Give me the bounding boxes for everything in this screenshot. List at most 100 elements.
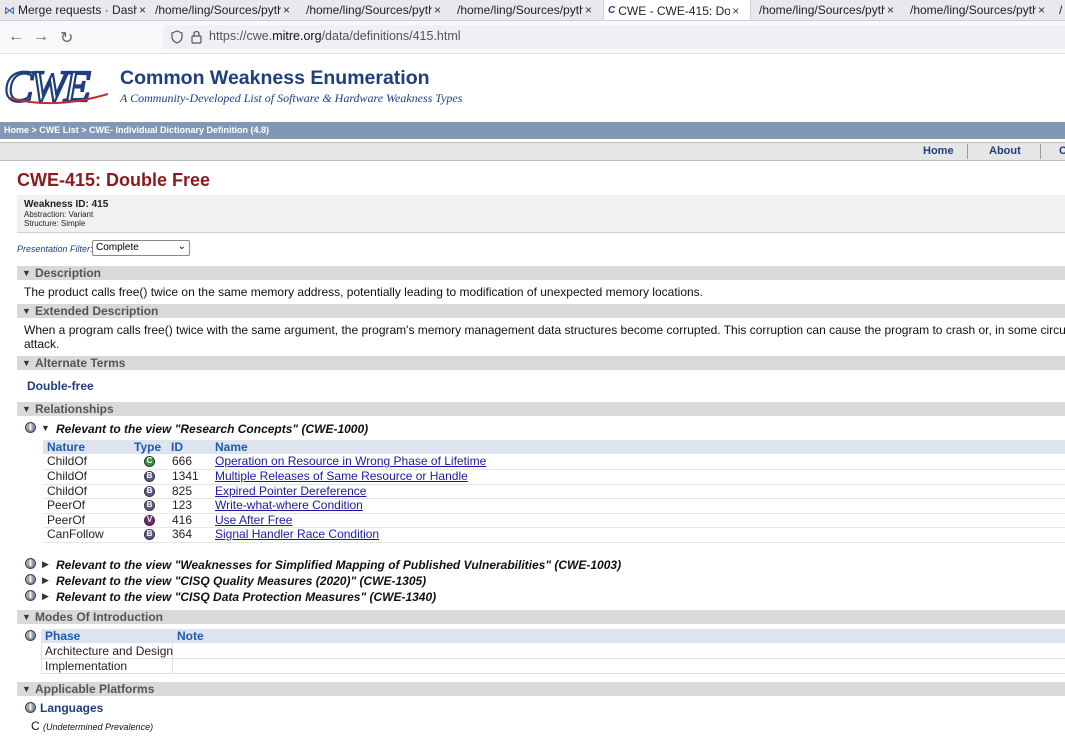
forward-arrow-icon[interactable]: → [33, 28, 49, 46]
collapse-triangle-icon[interactable]: ▼ [22, 268, 31, 278]
reload-icon[interactable]: ↻ [60, 28, 73, 48]
info-icon[interactable] [25, 574, 36, 585]
section-heading: Description [35, 266, 102, 280]
tab-sources-5[interactable]: /home/ling/Sources/pytho × [910, 0, 1050, 20]
collapse-triangle-icon[interactable]: ▼ [41, 423, 50, 433]
col-id: ID [171, 440, 183, 454]
section-modes-of-introduction[interactable]: ▼ Modes Of Introduction [17, 610, 1065, 624]
url-prefix: https://cwe. [209, 29, 273, 43]
tab-sources-3[interactable]: /home/ling/Sources/pytho × [457, 0, 597, 20]
weakness-id: Weakness ID: 415 [24, 199, 109, 210]
menu-divider [1040, 144, 1041, 159]
section-applicable-platforms[interactable]: ▼ Applicable Platforms [17, 682, 1065, 696]
extended-text-line2: attack. [24, 337, 60, 351]
collapse-triangle-icon[interactable]: ▼ [22, 358, 31, 368]
close-icon[interactable]: × [732, 4, 739, 18]
info-icon[interactable] [25, 630, 36, 641]
phase-cell: Implementation [45, 659, 128, 673]
site-title: Common Weakness Enumeration [120, 67, 430, 89]
category-type-icon [144, 456, 155, 467]
section-description[interactable]: ▼ Description [17, 266, 1065, 280]
section-extended-description[interactable]: ▼ Extended Description [17, 304, 1065, 318]
breadcrumb-text[interactable]: Home > CWE List > CWE- Individual Dictio… [4, 125, 269, 135]
view-cisq-data-protection[interactable]: Relevant to the view "CISQ Data Protecti… [56, 590, 436, 604]
page-title: CWE-415: Double Free [17, 170, 211, 190]
cwe-logo[interactable]: CWE [4, 64, 116, 108]
close-icon[interactable]: × [283, 3, 290, 17]
weakness-summary: Weakness ID: 415 Abstraction: Variant St… [17, 195, 1065, 233]
language-c: C (Undetermined Prevalence) [31, 719, 153, 733]
base-type-icon [144, 471, 155, 482]
section-heading: Relationships [35, 402, 114, 416]
menu-overflow[interactable]: C [1059, 145, 1065, 157]
base-type-icon [144, 486, 155, 497]
language-name: C [31, 719, 40, 733]
presentation-filter-select[interactable]: Complete ⌄ [92, 240, 190, 256]
collapse-triangle-icon[interactable]: ▼ [22, 404, 31, 414]
view-research-concepts[interactable]: Relevant to the view "Research Concepts"… [56, 422, 368, 436]
col-nature: Nature [47, 440, 86, 454]
gitlab-icon: ⋈ [4, 4, 15, 17]
alternate-term: Double-free [27, 379, 94, 393]
tab-overflow[interactable]: / [1059, 0, 1065, 20]
info-icon[interactable] [25, 702, 36, 713]
url-bar[interactable]: https://cwe.mitre.org/data/definitions/4… [163, 25, 1065, 49]
tab-sources-2[interactable]: /home/ling/Sources/pytho × [306, 0, 446, 20]
row-nature: CanFollow [47, 527, 104, 541]
section-relationships[interactable]: ▼ Relationships [17, 402, 1065, 416]
tab-sources-4[interactable]: /home/ling/Sources/pytho × [759, 0, 899, 20]
row-name-link[interactable]: Write-what-where Condition [215, 498, 363, 512]
row-name-link[interactable]: Expired Pointer Dereference [215, 484, 366, 498]
row-name-link[interactable]: Operation on Resource in Wrong Phase of … [215, 454, 486, 468]
menu-about[interactable]: About [989, 145, 1021, 157]
browser-tab-bar: ⋈ Merge requests · Dashb × /home/ling/So… [0, 0, 1065, 21]
tab-merge-requests[interactable]: ⋈ Merge requests · Dashb × [4, 0, 146, 20]
tab-title: CWE - CWE-415: Doub [618, 3, 731, 18]
row-nature: ChildOf [47, 484, 88, 498]
tab-sources-1[interactable]: /home/ling/Sources/pytho × [155, 0, 295, 20]
top-menu: Home About C [0, 142, 1065, 161]
view-simplified-mapping[interactable]: Relevant to the view "Weaknesses for Sim… [56, 558, 621, 572]
section-alternate-terms[interactable]: ▼ Alternate Terms [17, 356, 1065, 370]
relationships-table-header: Nature Type ID Name [43, 440, 1065, 454]
row-id: 123 [172, 498, 193, 512]
row-name-link[interactable]: Multiple Releases of Same Resource or Ha… [215, 469, 468, 483]
expand-triangle-icon[interactable]: ▶ [42, 591, 49, 602]
expand-triangle-icon[interactable]: ▶ [42, 575, 49, 586]
url-text[interactable]: https://cwe.mitre.org/data/definitions/4… [209, 29, 461, 43]
url-domain: mitre.org [272, 29, 322, 43]
shield-icon[interactable] [171, 30, 183, 44]
tab-title: / [1059, 3, 1063, 17]
row-divider [41, 658, 1065, 659]
info-icon[interactable] [25, 422, 36, 433]
lock-icon[interactable] [191, 30, 202, 44]
modes-table-header: Phase Note [41, 629, 1065, 643]
close-icon[interactable]: × [585, 3, 592, 17]
navigation-bar: ← → ↻ https://cwe.mitre.org/data/definit… [0, 21, 1065, 54]
close-icon[interactable]: × [1038, 3, 1045, 17]
info-icon[interactable] [25, 558, 36, 569]
close-icon[interactable]: × [139, 3, 146, 17]
close-icon[interactable]: × [434, 3, 441, 17]
col-phase: Phase [45, 629, 81, 643]
menu-home[interactable]: Home [923, 145, 954, 157]
collapse-triangle-icon[interactable]: ▼ [22, 306, 31, 316]
collapse-triangle-icon[interactable]: ▼ [22, 612, 31, 622]
row-id: 825 [172, 484, 193, 498]
row-id: 1341 [172, 469, 199, 483]
section-heading: Alternate Terms [35, 356, 126, 370]
info-icon[interactable] [25, 590, 36, 601]
close-icon[interactable]: × [887, 3, 894, 17]
breadcrumb: Home > CWE List > CWE- Individual Dictio… [0, 122, 1065, 139]
menu-divider [967, 144, 968, 159]
expand-triangle-icon[interactable]: ▶ [42, 559, 49, 570]
tab-title: /home/ling/Sources/pytho [306, 3, 432, 17]
view-cisq-quality[interactable]: Relevant to the view "CISQ Quality Measu… [56, 574, 426, 588]
tab-cwe-415[interactable]: C CWE - CWE-415: Doub × [603, 0, 751, 20]
collapse-triangle-icon[interactable]: ▼ [22, 684, 31, 694]
row-name-link[interactable]: Signal Handler Race Condition [215, 527, 379, 541]
back-arrow-icon[interactable]: ← [8, 28, 24, 46]
presentation-filter-label: Presentation Filter: [17, 244, 93, 254]
row-nature: PeerOf [47, 498, 86, 512]
row-name-link[interactable]: Use After Free [215, 513, 292, 527]
